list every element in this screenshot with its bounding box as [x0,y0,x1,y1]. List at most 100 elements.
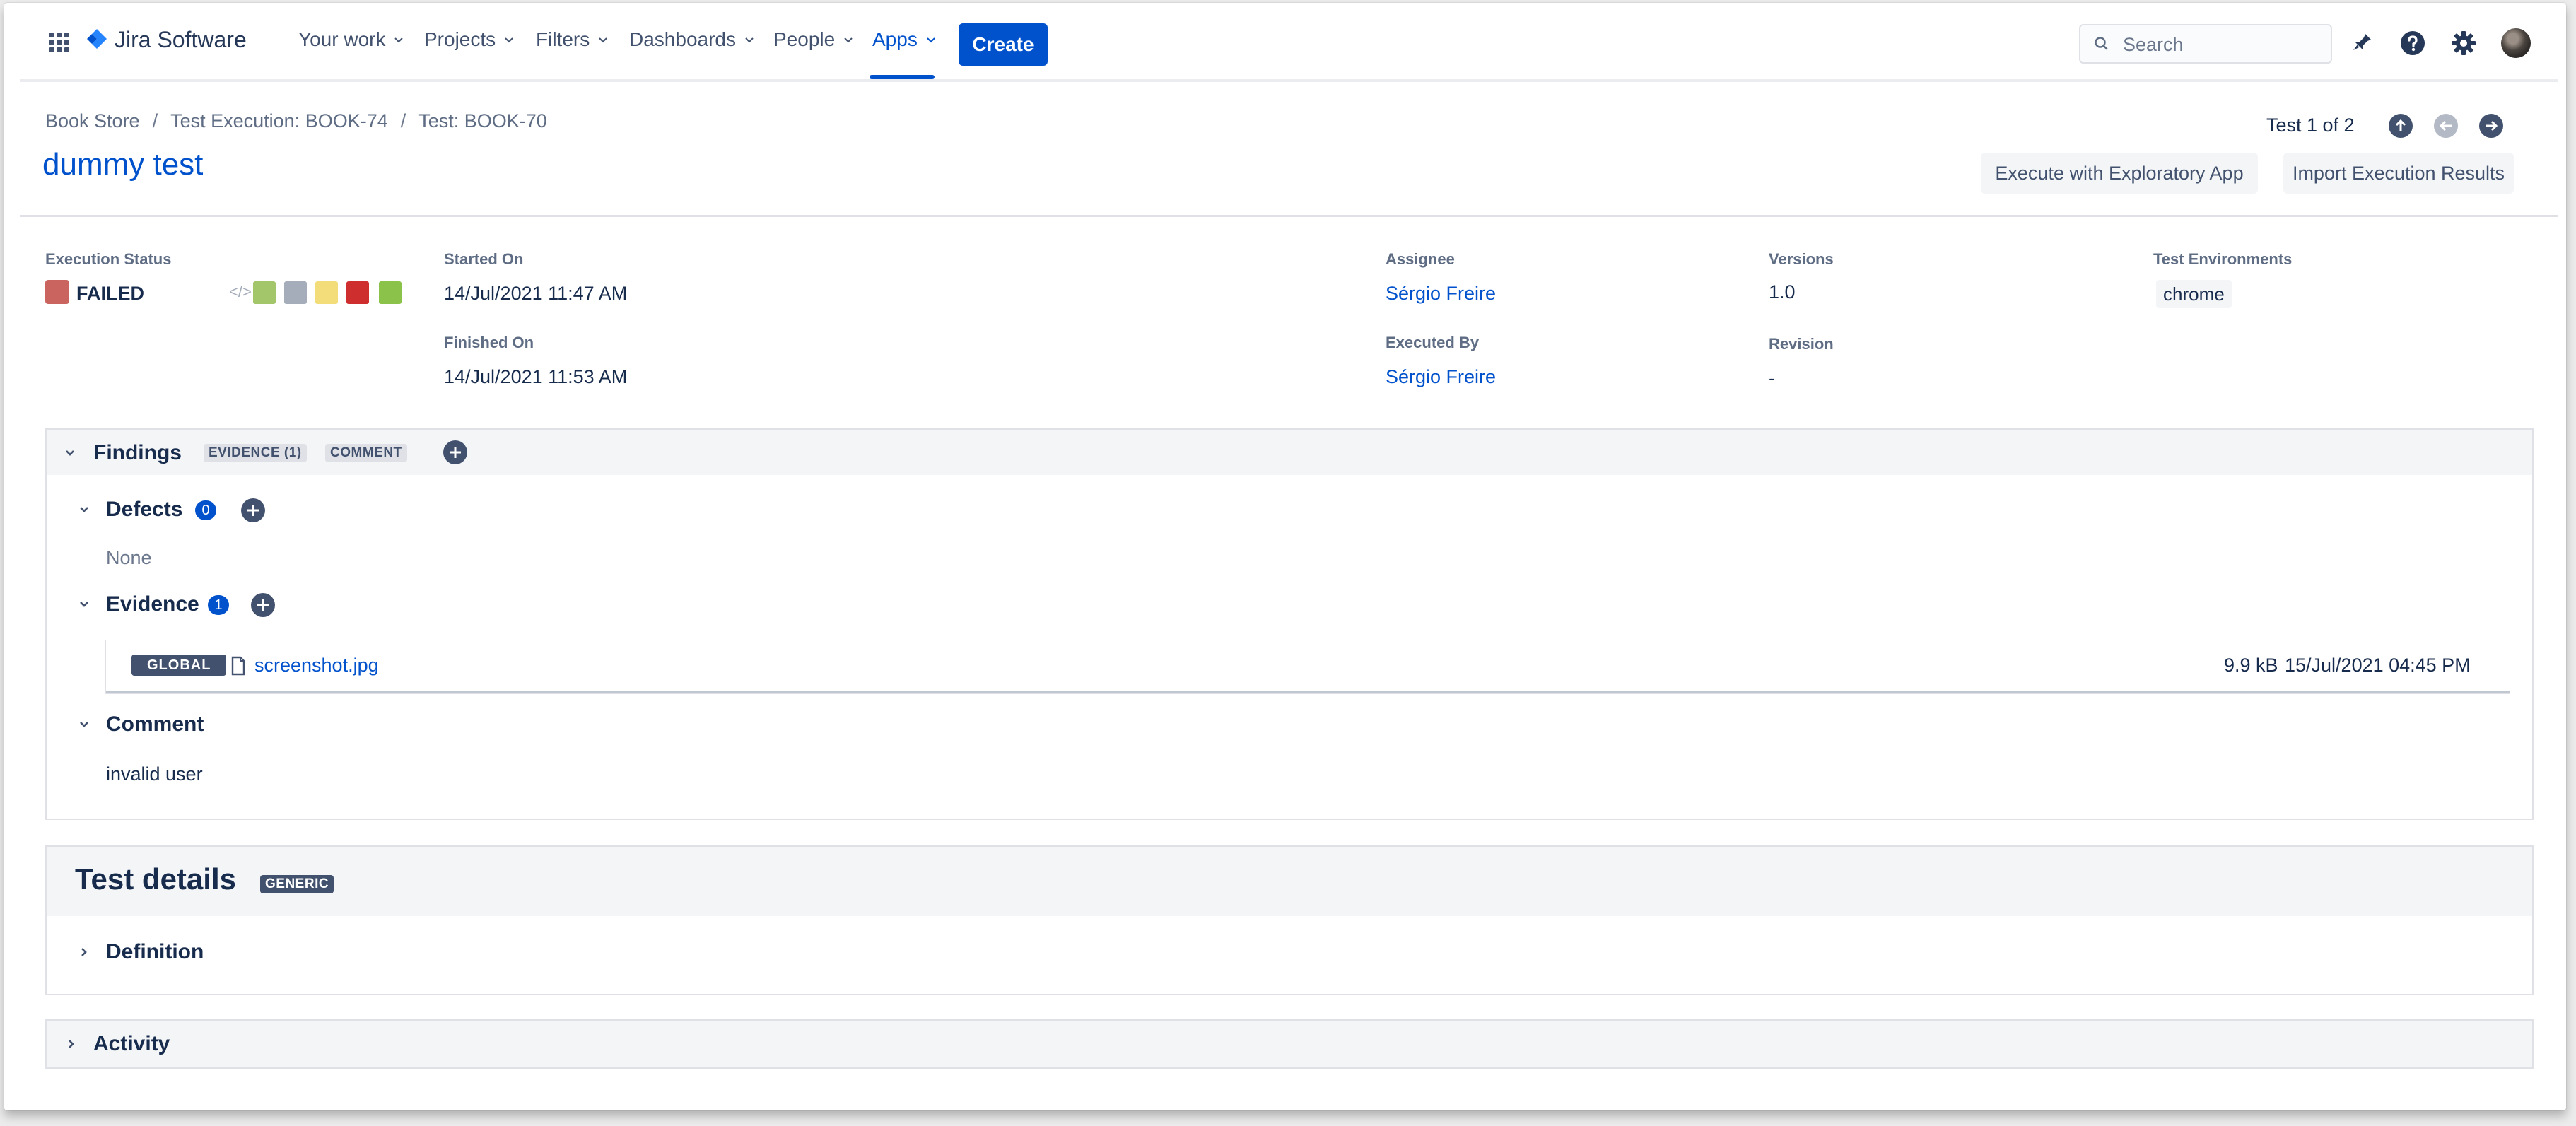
import-results-button[interactable]: Import Execution Results [2283,153,2514,194]
breadcrumb-separator: / [152,110,158,131]
evidence-collapse-toggle[interactable] [76,597,92,612]
chevron-down-icon [599,37,607,43]
arrow-up-icon [2389,114,2413,138]
findings-header [47,430,2532,475]
assignee-value[interactable]: Sérgio Freire [1386,283,1496,305]
defects-title: Defects [106,498,183,521]
versions-value: 1.0 [1769,281,1796,303]
evidence-row: GLOBAL screenshot.jpg 9.9 kB 15/Jul/2021… [106,640,2510,693]
finished-on-label: Finished On [444,334,534,351]
search-box [2079,24,2332,64]
status-option-passed[interactable] [253,281,276,304]
assignee-label: Assignee [1386,250,1455,268]
app-switcher-icon[interactable] [48,31,71,54]
chevron-down-icon [745,37,754,43]
breadcrumb-separator: / [400,110,406,131]
pager-text: Test 1 of 2 [2266,115,2355,136]
definition-title[interactable]: Definition [106,940,204,964]
versions-label: Versions [1769,250,1834,268]
nav-apps-label: Apps [872,28,918,50]
nav-projects[interactable]: Projects [424,28,517,51]
tag-evidence: EVIDENCE (1) [204,444,307,462]
started-on-value: 14/Jul/2021 11:47 AM [444,283,628,304]
status-option-executing[interactable] [315,281,338,304]
code-icon[interactable]: </> [229,283,252,301]
test-type-badge: GENERIC [260,875,334,893]
breadcrumb-test[interactable]: Test: BOOK-70 [418,110,547,132]
status-option-failed[interactable] [346,281,369,304]
environment-chip: chrome [2156,280,2232,308]
back-button[interactable] [2433,113,2459,139]
executed-by-label: Executed By [1386,334,1480,351]
comment-text: invalid user [106,763,203,785]
nav-dashboards-label: Dashboards [629,28,736,50]
execute-exploratory-button[interactable]: Execute with Exploratory App [1981,153,2258,194]
file-icon [231,656,245,676]
nav-divider [20,79,2558,82]
nav-dashboards[interactable]: Dashboards [629,28,757,51]
defects-empty-text: None [106,547,152,568]
execution-status-value: FAILED [76,283,145,304]
breadcrumb: Book Store / Test Execution: BOOK-74 / T… [45,110,547,132]
status-option-custom[interactable] [379,281,402,304]
nav-filters-label: Filters [536,28,590,50]
user-avatar[interactable] [2501,28,2531,58]
evidence-filename-link[interactable]: screenshot.jpg [254,655,379,676]
nav-apps[interactable]: Apps [872,28,939,51]
evidence-scope-badge: GLOBAL [131,655,227,676]
status-color-swatch [45,280,69,304]
executed-by-value[interactable]: Sérgio Freire [1386,366,1496,388]
chevron-down-icon [505,37,513,43]
logo-text: Jira Software [115,27,247,52]
findings-panel [45,428,2534,820]
tag-comment: COMMENT [325,444,407,462]
activity-title[interactable]: Activity [93,1032,170,1056]
chevron-down-icon [927,37,935,43]
status-option-todo[interactable] [284,281,307,304]
nav-your-work[interactable]: Your work [298,28,406,51]
breadcrumb-project[interactable]: Book Store [45,110,140,132]
search-icon [2095,37,2108,50]
defects-count-badge: 0 [195,500,216,520]
add-defect-button[interactable] [240,498,266,523]
activity-expand-toggle[interactable] [64,1036,79,1052]
findings-title: Findings [93,441,182,464]
definition-expand-toggle[interactable] [76,944,92,960]
test-details-header [47,847,2532,916]
comment-title: Comment [106,712,204,736]
page-title[interactable]: dummy test [42,147,203,182]
revision-label: Revision [1769,335,1834,353]
create-button[interactable]: Create [959,23,1048,66]
nav-people[interactable]: People [773,28,856,51]
evidence-count-badge: 1 [208,595,229,615]
chevron-down-icon [844,37,853,43]
nav-your-work-label: Your work [298,28,386,50]
settings-icon[interactable] [2450,30,2477,57]
defects-collapse-toggle[interactable] [76,502,92,517]
breadcrumb-test-execution[interactable]: Test Execution: BOOK-74 [170,110,388,132]
nav-projects-label: Projects [424,28,496,50]
execution-status-label: Execution Status [45,250,172,268]
nav-filters[interactable]: Filters [536,28,611,51]
top-navigation-bar: Jira Software Your work Projects Filters… [4,3,2566,81]
search-input[interactable] [2121,31,2322,58]
revision-value: - [1769,368,1775,389]
previous-test-button[interactable] [2388,113,2413,139]
notifications-icon[interactable] [2350,30,2375,55]
test-environments-label: Test Environments [2153,250,2293,268]
test-details-title: Test details [75,862,236,896]
comment-collapse-toggle[interactable] [76,717,92,732]
started-on-label: Started On [444,250,524,268]
nav-people-label: People [773,28,836,50]
add-evidence-button[interactable] [250,592,276,618]
arrow-right-icon [2479,114,2503,138]
evidence-upload-date: 15/Jul/2021 04:45 PM [2285,655,2471,676]
help-icon[interactable] [2399,30,2426,57]
activity-panel [45,1019,2534,1069]
product-logo[interactable]: Jira Software [85,27,247,53]
header-divider [20,215,2558,217]
add-finding-button[interactable] [443,440,468,465]
findings-collapse-toggle[interactable] [62,445,78,461]
next-test-button[interactable] [2478,113,2504,139]
jira-logo-icon [85,28,109,53]
